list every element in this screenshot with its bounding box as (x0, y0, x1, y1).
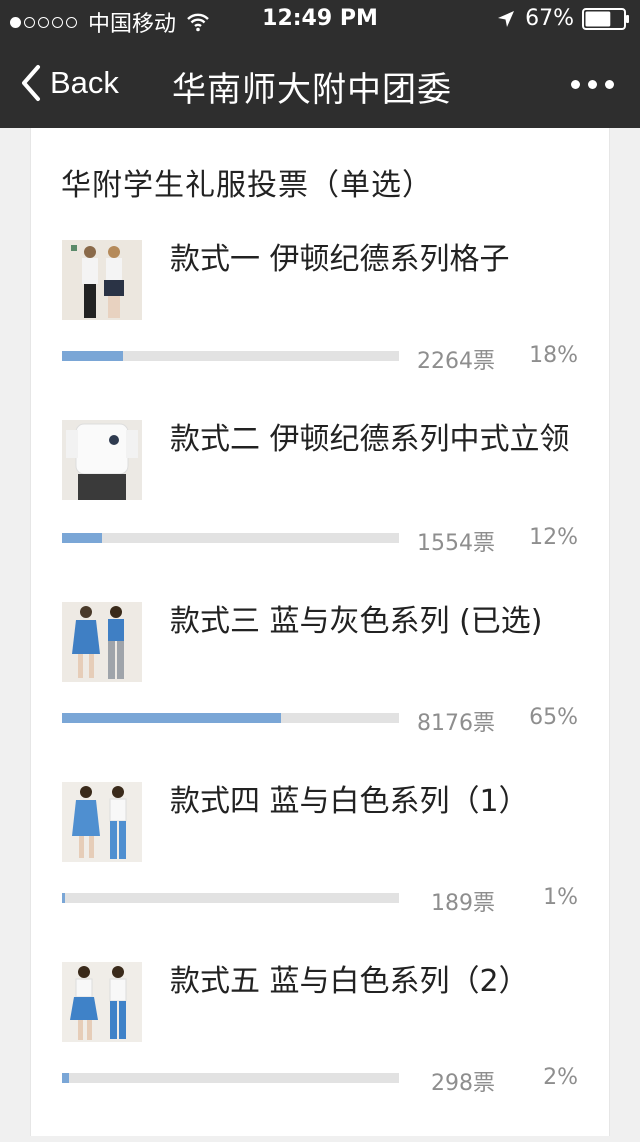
vote-progress-fill (62, 713, 281, 723)
vote-progress-fill (62, 533, 102, 543)
vote-percent: 1% (543, 885, 578, 910)
uniform-photo-icon (62, 782, 142, 862)
vote-count: 189票 (431, 891, 495, 916)
option-label: 款式四 蓝与白色系列（1） (170, 784, 529, 819)
vote-count: 1554票 (417, 531, 495, 556)
uniform-thumbnail (62, 240, 142, 320)
status-bar: 中国移动 12:49 PM 67% (0, 0, 640, 40)
uniform-photo-icon (62, 962, 142, 1042)
uniform-thumbnail (62, 602, 142, 682)
option-label: 款式一 伊顿纪德系列格子 (170, 242, 510, 277)
chevron-left-icon (22, 65, 40, 101)
uniform-photo-icon (62, 602, 142, 682)
poll-card: 华附学生礼服投票（单选） 款式一 伊顿纪德系列格子 2264票 18% 款式二 … (30, 128, 610, 1136)
poll-option-5[interactable]: 款式五 蓝与白色系列（2） 298票 2% (31, 962, 611, 1142)
uniform-photo-icon (62, 240, 142, 320)
uniform-thumbnail (62, 962, 142, 1042)
vote-progress-fill (62, 1073, 69, 1083)
uniform-thumbnail (62, 782, 142, 862)
vote-percent: 18% (529, 343, 578, 368)
page-title: 华南师大附中团委 (172, 70, 452, 110)
back-label: Back (50, 65, 119, 100)
poll-option-3[interactable]: 款式三 蓝与灰色系列 (已选) 8176票 65% (31, 602, 611, 782)
back-button[interactable]: Back (20, 64, 119, 102)
poll-option-4[interactable]: 款式四 蓝与白色系列（1） 189票 1% (31, 782, 611, 962)
vote-count: 298票 (431, 1071, 495, 1096)
option-label: 款式三 蓝与灰色系列 (已选) (170, 604, 543, 639)
vote-progress-fill (62, 351, 123, 361)
battery-percent: 67% (525, 6, 574, 31)
location-arrow-icon (498, 10, 515, 27)
poll-title: 华附学生礼服投票（单选） (61, 168, 433, 203)
battery-icon (582, 7, 629, 30)
vote-progress-fill (62, 893, 65, 903)
vote-count: 8176票 (417, 711, 495, 736)
vote-count: 2264票 (417, 349, 495, 374)
vote-percent: 65% (529, 705, 578, 730)
vote-percent: 2% (543, 1065, 578, 1090)
status-right: 67% (497, 6, 630, 31)
more-menu-icon[interactable] (563, 80, 614, 89)
option-label: 款式二 伊顿纪德系列中式立领 (170, 422, 570, 457)
option-label: 款式五 蓝与白色系列（2） (170, 964, 529, 999)
vote-percent: 12% (529, 525, 578, 550)
poll-option-1[interactable]: 款式一 伊顿纪德系列格子 2264票 18% (31, 240, 611, 420)
uniform-photo-icon (62, 420, 142, 500)
nav-bar: Back 华南师大附中团委 (0, 40, 640, 128)
poll-option-2[interactable]: 款式二 伊顿纪德系列中式立领 1554票 12% (31, 420, 611, 600)
uniform-thumbnail (62, 420, 142, 500)
